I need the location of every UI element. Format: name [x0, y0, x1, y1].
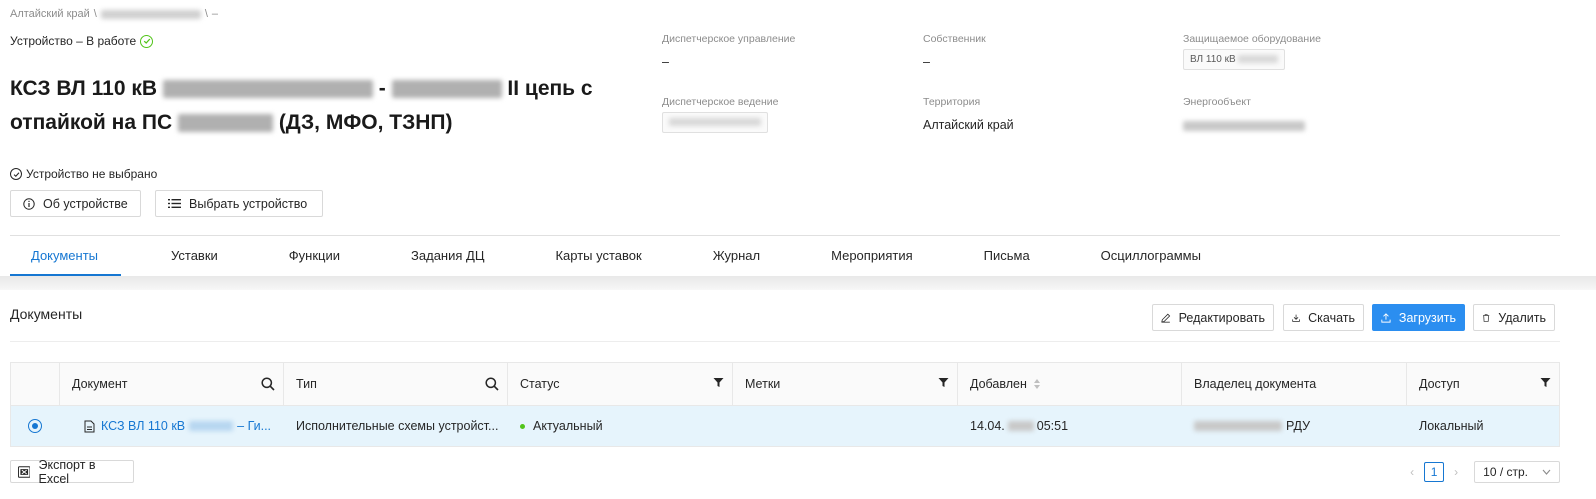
download-icon	[1292, 314, 1300, 322]
tab-settings[interactable]: Уставки	[171, 236, 218, 276]
chevron-left-icon[interactable]: ‹	[1410, 465, 1414, 479]
filter-icon[interactable]	[713, 377, 724, 388]
redacted-text	[1007, 421, 1034, 431]
check-circle-icon	[10, 168, 22, 180]
section-divider	[10, 341, 1560, 342]
page-size-select[interactable]: 10 / стр.	[1474, 461, 1560, 483]
protected-equipment-tag[interactable]: ВЛ 110 кВ	[1183, 49, 1286, 70]
tab-journal[interactable]: Журнал	[713, 236, 760, 276]
search-icon[interactable]	[485, 377, 499, 391]
protected-equipment: Защищаемое оборудование ВЛ 110 кВ	[1183, 33, 1321, 70]
upload-icon	[1381, 312, 1391, 323]
cell-status: Актуальный	[508, 406, 733, 446]
trash-icon	[1483, 313, 1490, 322]
tab-bar: Документы Уставки Функции Задания ДЦ Кар…	[10, 236, 1201, 276]
territory: Территория Алтайский край	[923, 96, 1014, 132]
sort-icon[interactable]	[1033, 378, 1041, 390]
device-status-text: Устройство – В работе	[10, 34, 137, 48]
breadcrumb-separator: \	[93, 8, 97, 20]
breadcrumb: Алтайский край \ \ –	[10, 8, 218, 20]
breadcrumb-separator: \	[204, 8, 208, 20]
column-status: Статус	[508, 363, 733, 405]
dispatch-lead: Диспетчерское ведение	[662, 96, 778, 133]
redacted-text	[391, 80, 502, 99]
list-icon	[168, 199, 181, 208]
tab-events[interactable]: Мероприятия	[831, 236, 913, 276]
dispatch-lead-tag[interactable]	[662, 112, 768, 133]
search-icon[interactable]	[261, 377, 275, 391]
chevron-right-icon[interactable]: ›	[1454, 465, 1458, 479]
edit-button[interactable]: Редактировать	[1152, 304, 1274, 331]
redacted-text	[162, 80, 373, 99]
page-title: КСЗ ВЛ 110 кВ - II цепь с отпайкой на ПС…	[10, 77, 593, 134]
column-added[interactable]: Добавлен	[958, 363, 1182, 405]
documents-table: Документ Тип Статус Метки Добавлен Владе…	[10, 362, 1560, 447]
tabs-shadow	[0, 276, 1596, 290]
breadcrumb-redacted[interactable]	[100, 9, 201, 19]
cell-type: Исполнительные схемы устройст...	[296, 419, 499, 433]
column-tags: Метки	[733, 363, 958, 405]
page-1[interactable]: 1	[1424, 462, 1445, 482]
dispatch-management: Диспетчерское управление –	[662, 33, 796, 69]
owner: Собственник –	[923, 33, 986, 69]
file-icon	[84, 420, 95, 432]
redacted-text	[177, 114, 273, 133]
cell-document[interactable]: КСЗ ВЛ 110 кВ – Ги...	[60, 406, 284, 446]
filter-icon[interactable]	[1540, 377, 1551, 388]
redacted-text	[189, 421, 234, 431]
select-column-header	[11, 363, 60, 405]
select-device-button[interactable]: Выбрать устройство	[155, 190, 323, 217]
column-owner: Владелец документа	[1182, 363, 1407, 405]
filter-icon[interactable]	[938, 377, 949, 388]
delete-button[interactable]: Удалить	[1473, 304, 1555, 331]
check-circle-icon	[140, 34, 154, 48]
redacted-text	[1183, 120, 1305, 131]
column-type: Тип	[284, 363, 508, 405]
cell-access: Локальный	[1419, 419, 1484, 433]
redacted-text	[1194, 421, 1282, 431]
column-document: Документ	[60, 363, 284, 405]
tab-dc-tasks[interactable]: Задания ДЦ	[411, 236, 484, 276]
tab-functions[interactable]: Функции	[289, 236, 340, 276]
pagination: ‹ 1 › 10 / стр.	[1410, 461, 1560, 483]
device-selection-note: Устройство не выбрано	[10, 167, 157, 181]
cell-tags	[733, 406, 958, 446]
cell-added: 14.04. 05:51	[970, 419, 1069, 433]
download-button[interactable]: Скачать	[1283, 304, 1364, 331]
breadcrumb-last: –	[211, 8, 219, 20]
about-device-button[interactable]: Об устройстве	[10, 190, 141, 217]
device-status: Устройство – В работе	[10, 34, 154, 48]
tab-settings-maps[interactable]: Карты уставок	[555, 236, 641, 276]
tab-documents[interactable]: Документы	[10, 236, 121, 276]
tab-oscillograms[interactable]: Осциллограммы	[1101, 236, 1201, 276]
pencil-icon	[1161, 313, 1171, 323]
energy-object: Энергообъект	[1183, 96, 1305, 132]
info-icon	[23, 197, 35, 210]
cell-owner: РДУ	[1182, 406, 1407, 446]
export-excel-button[interactable]: Экспорт в Excel	[10, 458, 134, 486]
radio-selected[interactable]	[28, 419, 42, 433]
status-dot	[520, 423, 525, 429]
chevron-down-icon	[1542, 469, 1551, 475]
upload-button[interactable]: Загрузить	[1372, 304, 1465, 331]
table-row[interactable]: КСЗ ВЛ 110 кВ – Ги... Исполнительные схе…	[11, 406, 1559, 446]
section-title: Документы	[10, 306, 83, 322]
tab-letters[interactable]: Письма	[984, 236, 1030, 276]
row-select[interactable]	[11, 406, 60, 446]
column-access: Доступ	[1407, 363, 1559, 405]
breadcrumb-region[interactable]: Алтайский край	[10, 8, 90, 20]
table-header: Документ Тип Статус Метки Добавлен Владе…	[11, 363, 1559, 406]
excel-icon	[18, 465, 31, 478]
